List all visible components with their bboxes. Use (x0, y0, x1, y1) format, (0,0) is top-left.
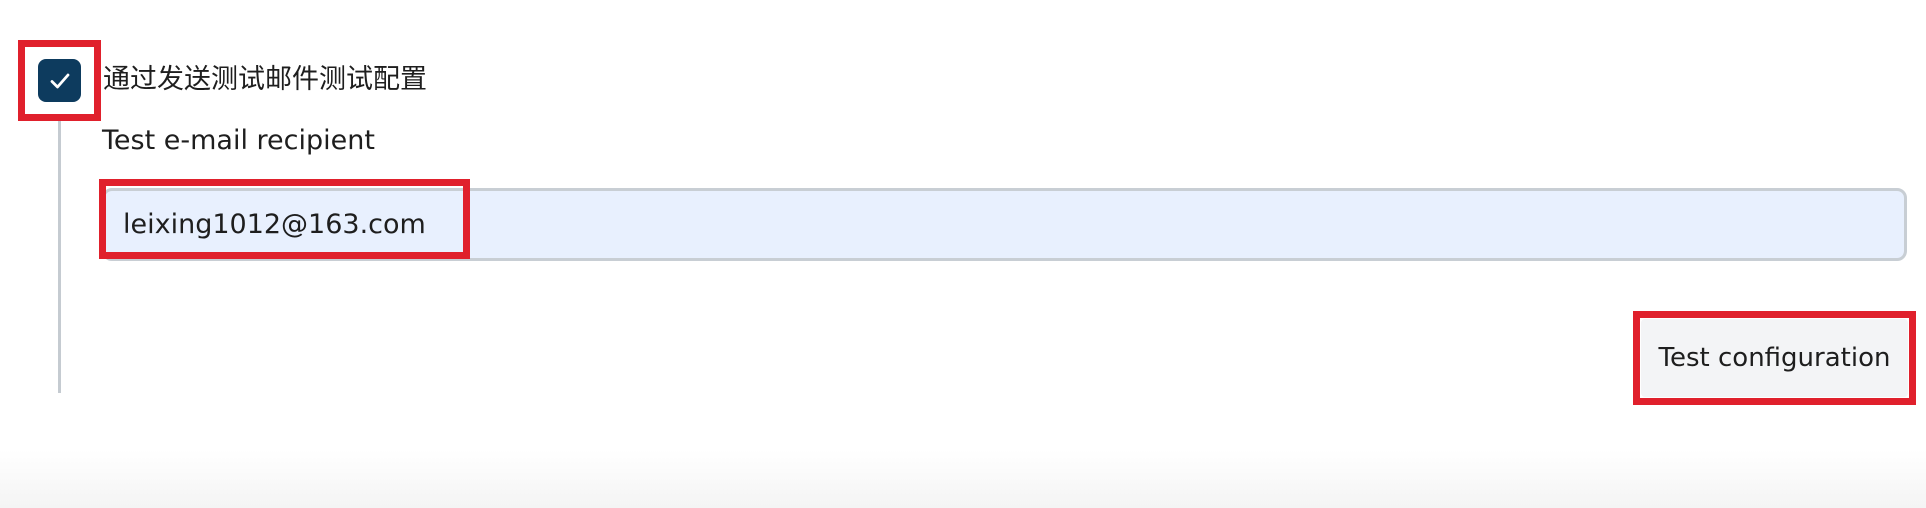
test-configuration-button[interactable]: Test configuration (1641, 319, 1908, 397)
test-recipient-label: Test e-mail recipient (102, 125, 375, 156)
test-recipient-input[interactable] (102, 188, 1907, 261)
send-test-email-checkbox[interactable] (38, 59, 81, 102)
check-icon (50, 73, 69, 88)
page: 通过发送测试邮件测试配置 Test e-mail recipient Test … (0, 0, 1926, 508)
bottom-fade (0, 450, 1926, 508)
send-test-email-label[interactable]: 通过发送测试邮件测试配置 (103, 62, 427, 98)
section-guide-line (58, 118, 61, 393)
